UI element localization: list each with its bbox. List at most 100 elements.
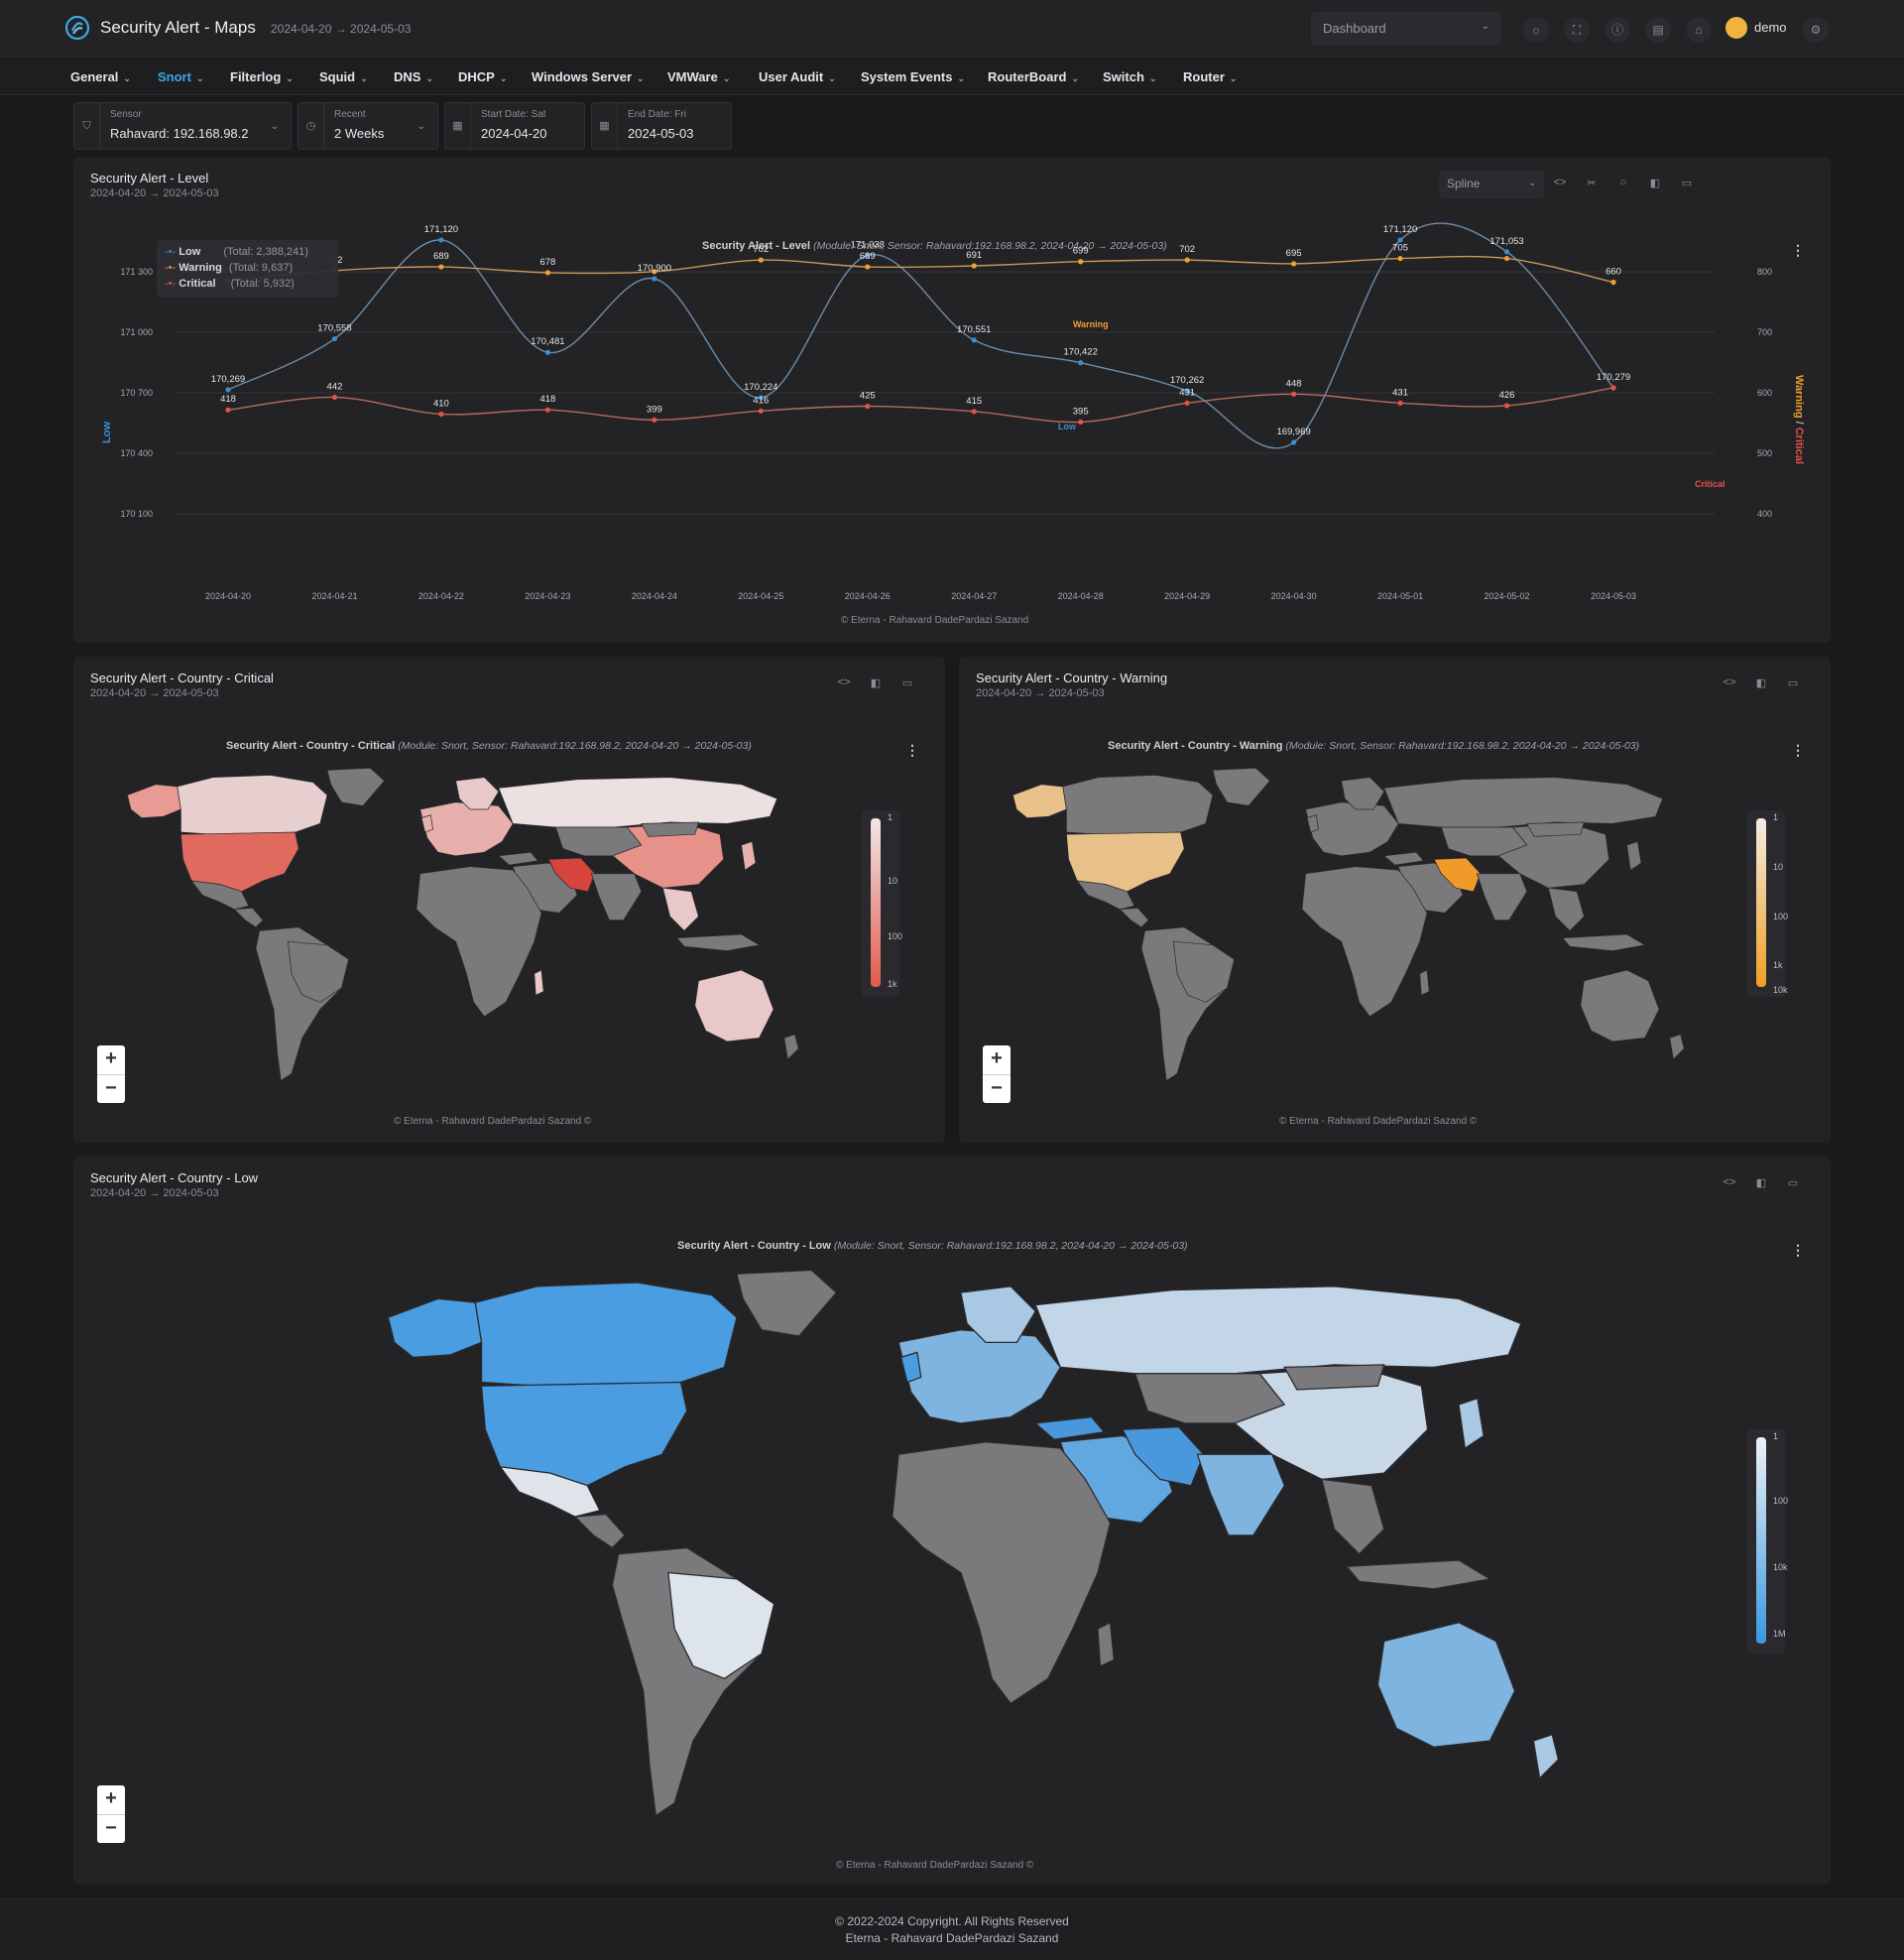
refresh-icon[interactable]: ○ xyxy=(1615,177,1631,192)
world-map-low[interactable] xyxy=(351,1268,1620,1853)
country-region-europe[interactable] xyxy=(897,1329,1062,1424)
comment-icon[interactable]: ▭ xyxy=(1679,177,1695,192)
nav-item-general[interactable]: General ⌄ xyxy=(70,69,131,84)
nav-item-squid[interactable]: Squid ⌄ xyxy=(319,69,368,84)
nav-item-filterlog[interactable]: Filterlog ⌄ xyxy=(230,69,294,84)
nav-item-snort[interactable]: Snort ⌄ xyxy=(158,69,204,84)
country-region-greenland[interactable] xyxy=(326,767,386,806)
zoom-in-button[interactable]: + xyxy=(97,1045,125,1074)
country-region-canada[interactable] xyxy=(474,1282,738,1387)
country-region-indonesia[interactable] xyxy=(1562,933,1646,951)
world-map-warning[interactable] xyxy=(999,766,1713,1103)
zoom-out-button[interactable]: − xyxy=(97,1814,125,1843)
country-region-uk[interactable] xyxy=(420,814,433,833)
document-icon[interactable]: ▤ xyxy=(1645,17,1671,43)
country-region-greenland[interactable] xyxy=(1212,767,1271,806)
nav-item-dhcp[interactable]: DHCP ⌄ xyxy=(458,69,507,84)
comment-icon[interactable]: ▭ xyxy=(1785,676,1801,692)
country-region-mongolia[interactable] xyxy=(641,821,699,837)
layout-icon[interactable]: ◧ xyxy=(1753,676,1769,692)
country-region-russia[interactable] xyxy=(498,777,778,828)
country-region-canada[interactable] xyxy=(1062,775,1214,835)
country-region-se-asia[interactable] xyxy=(1321,1478,1385,1555)
country-region-se-asia[interactable] xyxy=(661,887,699,931)
country-region-se-asia[interactable] xyxy=(1547,887,1585,931)
app-logo-icon[interactable] xyxy=(65,16,89,40)
country-region-europe[interactable] xyxy=(419,801,514,857)
avatar[interactable] xyxy=(1726,17,1747,39)
chart-menu-icon[interactable]: ⋮ xyxy=(905,742,919,758)
comment-icon[interactable]: ▭ xyxy=(899,676,915,692)
country-region-japan[interactable] xyxy=(741,840,757,871)
nav-item-routerboard[interactable]: RouterBoard ⌄ xyxy=(988,69,1079,84)
country-region-nz[interactable] xyxy=(1669,1034,1685,1060)
nav-item-user-audit[interactable]: User Audit ⌄ xyxy=(759,69,836,84)
country-region-turkey[interactable] xyxy=(1033,1415,1106,1440)
code-icon[interactable]: <> xyxy=(1552,177,1568,192)
settings-gear-icon[interactable]: ⚙ xyxy=(1803,17,1829,43)
legend-item-warning[interactable]: -•- Warning (Total: 9,637) xyxy=(165,262,293,274)
country-region-madagascar[interactable] xyxy=(1097,1621,1115,1667)
world-map-critical[interactable] xyxy=(113,766,827,1103)
info-icon[interactable]: ⓘ xyxy=(1605,17,1630,43)
dashboard-select[interactable]: Dashboard ⌄ xyxy=(1311,12,1501,46)
country-region-central[interactable] xyxy=(233,907,264,928)
country-region-india[interactable] xyxy=(1196,1453,1285,1536)
start-date-picker[interactable]: ▦ Start Date: Sat 2024-04-20 xyxy=(444,102,585,150)
comment-icon[interactable]: ▭ xyxy=(1785,1176,1801,1192)
country-region-india[interactable] xyxy=(590,873,643,920)
zoom-out-button[interactable]: − xyxy=(97,1074,125,1103)
chart-type-select[interactable]: Spline ⌄ xyxy=(1439,171,1544,198)
country-region-indonesia[interactable] xyxy=(1345,1559,1492,1590)
fullscreen-icon[interactable]: ⛶ xyxy=(1564,17,1590,43)
country-region-russia[interactable] xyxy=(1383,777,1664,828)
country-region-africa[interactable] xyxy=(416,866,542,1018)
zoom-in-button[interactable]: + xyxy=(983,1045,1011,1074)
nav-item-router[interactable]: Router ⌄ xyxy=(1183,69,1237,84)
country-region-japan[interactable] xyxy=(1626,840,1642,871)
legend-item-critical[interactable]: -•- Critical (Total: 5,932) xyxy=(165,278,295,290)
layout-icon[interactable]: ◧ xyxy=(1647,177,1663,192)
user-name[interactable]: demo xyxy=(1754,20,1787,35)
country-region-central[interactable] xyxy=(573,1513,626,1549)
chart-menu-icon[interactable]: ⋮ xyxy=(1791,1242,1805,1258)
country-region-indonesia[interactable] xyxy=(676,933,761,951)
chart-menu-icon[interactable]: ⋮ xyxy=(1791,242,1805,258)
country-region-turkey[interactable] xyxy=(497,851,539,866)
country-region-alaska[interactable] xyxy=(387,1297,483,1359)
country-region-uk[interactable] xyxy=(1306,814,1319,833)
chart-menu-icon[interactable]: ⋮ xyxy=(1791,742,1805,758)
nav-item-switch[interactable]: Switch ⌄ xyxy=(1103,69,1156,84)
theme-toggle-icon[interactable]: ☼ xyxy=(1523,17,1549,43)
country-region-greenland[interactable] xyxy=(736,1269,838,1337)
country-region-africa[interactable] xyxy=(1301,866,1428,1018)
country-region-india[interactable] xyxy=(1476,873,1528,920)
scissors-icon[interactable]: ✂ xyxy=(1584,177,1600,192)
country-region-russia[interactable] xyxy=(1034,1286,1522,1375)
country-region-madagascar[interactable] xyxy=(1419,969,1430,996)
sensor-select[interactable]: ⛉ Sensor Rahavard: 192.168.98.2 ⌄ xyxy=(73,102,292,150)
recent-select[interactable]: ◷ Recent 2 Weeks ⌄ xyxy=(298,102,438,150)
country-region-canada[interactable] xyxy=(177,775,328,835)
code-icon[interactable]: <> xyxy=(1722,1176,1737,1192)
country-region-australia[interactable] xyxy=(1376,1622,1516,1748)
country-region-madagascar[interactable] xyxy=(534,969,544,996)
country-region-europe[interactable] xyxy=(1305,801,1399,857)
legend-item-low[interactable]: -•- Low (Total: 2,388,241) xyxy=(165,246,308,258)
country-region-alaska[interactable] xyxy=(126,784,181,819)
country-region-mongolia[interactable] xyxy=(1283,1364,1385,1391)
country-region-turkey[interactable] xyxy=(1382,851,1425,866)
nav-item-system-events[interactable]: System Events ⌄ xyxy=(861,69,965,84)
country-region-nz[interactable] xyxy=(783,1034,799,1060)
country-region-uk[interactable] xyxy=(899,1351,922,1384)
country-region-central[interactable] xyxy=(1119,907,1149,928)
country-region-mongolia[interactable] xyxy=(1526,821,1585,837)
country-region-africa[interactable] xyxy=(892,1441,1112,1705)
country-region-alaska[interactable] xyxy=(1012,784,1067,819)
country-region-japan[interactable] xyxy=(1458,1397,1485,1450)
zoom-in-button[interactable]: + xyxy=(97,1785,125,1814)
nav-item-windows-server[interactable]: Windows Server ⌄ xyxy=(532,69,645,84)
code-icon[interactable]: <> xyxy=(836,676,852,692)
code-icon[interactable]: <> xyxy=(1722,676,1737,692)
zoom-out-button[interactable]: − xyxy=(983,1074,1011,1103)
